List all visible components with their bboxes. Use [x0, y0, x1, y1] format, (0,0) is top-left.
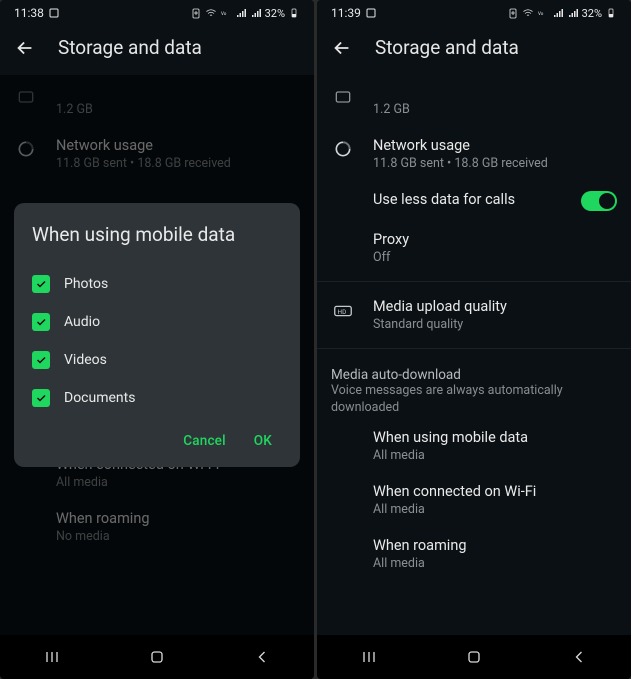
row-sub: All media	[373, 556, 617, 571]
signal-icon-2	[567, 7, 579, 19]
phone-right: 11:39 Vo 32% Storage and data x 1.2 GB	[317, 0, 631, 679]
signal-icon	[552, 7, 564, 19]
signal-icon-2	[250, 7, 262, 19]
section-sub: Voice messages are always automatically …	[331, 383, 617, 417]
recents-icon[interactable]	[359, 647, 379, 667]
row-mobile[interactable]: When using mobile data All media	[317, 419, 631, 473]
back-icon[interactable]	[14, 37, 36, 59]
option-label: Documents	[64, 390, 135, 406]
row-label: When using mobile data	[373, 429, 617, 446]
svg-text:HD: HD	[338, 308, 347, 316]
option-photos[interactable]: Photos	[32, 265, 282, 303]
data-usage-icon	[333, 139, 353, 159]
checkbox-checked-icon[interactable]	[32, 313, 50, 331]
status-time: 11:39	[331, 6, 361, 20]
row-label: Media upload quality	[373, 298, 617, 315]
row-label: Network usage	[373, 137, 617, 154]
row-network-usage[interactable]: Network usage 11.8 GB sent • 18.8 GB rec…	[317, 127, 631, 181]
option-label: Videos	[64, 352, 107, 368]
battery-icon	[605, 7, 617, 19]
mobile-data-dialog: When using mobile data Photos Audio Vide…	[14, 203, 300, 468]
folder-icon	[333, 87, 353, 107]
row-upload-quality[interactable]: HD Media upload quality Standard quality	[317, 288, 631, 342]
dialog-title: When using mobile data	[32, 223, 282, 248]
app-bar: Storage and data	[0, 26, 314, 75]
section-title: Media auto-download	[331, 367, 617, 383]
back-nav-icon[interactable]	[569, 647, 589, 667]
row-sub: 1.2 GB	[373, 102, 617, 117]
page-title: Storage and data	[58, 36, 202, 59]
home-icon[interactable]	[147, 647, 167, 667]
nav-bar	[0, 635, 314, 679]
row-label: When connected on Wi-Fi	[373, 483, 617, 500]
row-manage-storage[interactable]: x 1.2 GB	[317, 75, 631, 127]
cancel-button[interactable]: Cancel	[183, 433, 226, 449]
row-roaming[interactable]: When roaming All media	[317, 527, 631, 581]
row-sub: All media	[373, 448, 617, 463]
row-wifi[interactable]: When connected on Wi-Fi All media	[317, 473, 631, 527]
row-proxy[interactable]: Proxy Off	[317, 221, 631, 275]
home-icon[interactable]	[464, 647, 484, 667]
row-sub: All media	[373, 502, 617, 517]
app-bar: Storage and data	[317, 26, 631, 75]
status-bar: 11:38 Vo 32%	[0, 0, 314, 26]
signal-icon	[235, 7, 247, 19]
battery-saver-icon	[507, 7, 519, 19]
section-auto-download: Media auto-download Voice messages are a…	[317, 355, 631, 419]
hd-icon: HD	[332, 300, 354, 322]
recents-icon[interactable]	[42, 647, 62, 667]
option-audio[interactable]: Audio	[32, 303, 282, 341]
svg-text:Vo: Vo	[221, 11, 227, 17]
checkbox-checked-icon[interactable]	[32, 351, 50, 369]
dialog-scrim[interactable]: When using mobile data Photos Audio Vide…	[0, 75, 314, 635]
toggle-on-icon[interactable]	[581, 191, 617, 211]
option-label: Photos	[64, 276, 108, 292]
row-sub: Off	[373, 250, 617, 265]
row-label: Proxy	[373, 231, 617, 248]
page-title: Storage and data	[375, 36, 519, 59]
option-videos[interactable]: Videos	[32, 341, 282, 379]
row-label: When roaming	[373, 537, 617, 554]
battery-pct: 32%	[265, 7, 285, 20]
volte-icon: Vo	[220, 7, 232, 19]
screenshot-icon	[48, 7, 60, 19]
back-icon[interactable]	[331, 37, 353, 59]
checkbox-checked-icon[interactable]	[32, 389, 50, 407]
checkbox-checked-icon[interactable]	[32, 275, 50, 293]
phone-left: 11:38 Vo 32% Storage and data x 1.2 GB	[0, 0, 314, 679]
volte-icon: Vo	[537, 7, 549, 19]
ok-button[interactable]: OK	[254, 433, 272, 449]
row-use-less-data[interactable]: Use less data for calls	[317, 181, 631, 221]
battery-pct: 32%	[582, 7, 602, 20]
back-nav-icon[interactable]	[252, 647, 272, 667]
status-bar: 11:39 Vo 32%	[317, 0, 631, 26]
battery-saver-icon	[190, 7, 202, 19]
row-sub: 11.8 GB sent • 18.8 GB received	[373, 156, 617, 171]
wifi-icon	[522, 7, 534, 19]
nav-bar	[317, 635, 631, 679]
option-documents[interactable]: Documents	[32, 379, 282, 417]
row-sub: Standard quality	[373, 317, 617, 332]
svg-text:Vo: Vo	[538, 11, 544, 17]
status-time: 11:38	[14, 6, 44, 20]
battery-icon	[288, 7, 300, 19]
wifi-icon	[205, 7, 217, 19]
screenshot-icon	[365, 7, 377, 19]
option-label: Audio	[64, 314, 100, 330]
row-label: Use less data for calls	[373, 191, 563, 208]
